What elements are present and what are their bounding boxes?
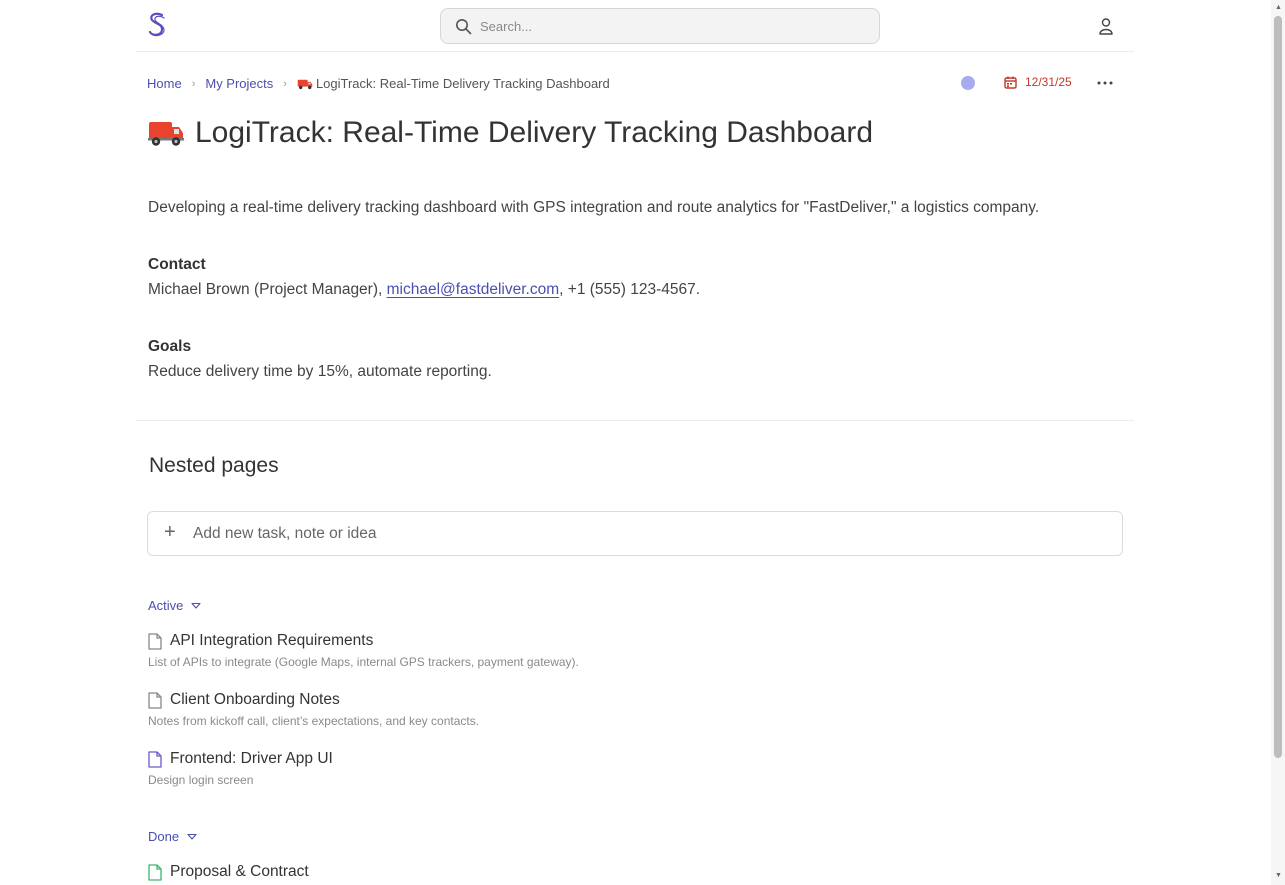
page-title: LogiTrack: Real-Time Delivery Tracking D… — [148, 116, 873, 150]
chevron-down-icon — [191, 602, 201, 609]
page-title-text: LogiTrack: Real-Time Delivery Tracking D… — [195, 116, 874, 149]
list-item-title: API Integration Requirements — [170, 632, 374, 649]
plus-icon: + — [164, 521, 176, 543]
list-item-subtitle: Design login screen — [148, 773, 254, 787]
active-section-toggle[interactable]: Active — [148, 598, 201, 613]
list-item[interactable]: Frontend: Driver App UI Design login scr… — [148, 750, 333, 787]
scroll-down-arrow-icon[interactable]: ▼ — [1275, 872, 1282, 879]
page: Search... Home › My Projects › LogiTrack… — [0, 0, 1285, 885]
status-indicator[interactable] — [961, 76, 975, 90]
breadcrumb-current: LogiTrack: Real-Time Delivery Tracking D… — [297, 76, 610, 91]
s-logo-icon[interactable] — [146, 12, 168, 38]
project-description: Developing a real-time delivery tracking… — [148, 199, 1040, 216]
list-item-title: Frontend: Driver App UI — [170, 750, 333, 767]
nested-pages-heading: Nested pages — [149, 454, 279, 477]
add-task-placeholder: Add new task, note or idea — [193, 525, 377, 542]
contact-email-link[interactable]: michael@fastdeliver.com — [387, 281, 560, 298]
contact-line: Michael Brown (Project Manager), michael… — [148, 281, 700, 299]
due-date[interactable]: 12/31/25 — [1004, 75, 1072, 89]
document-icon — [148, 750, 162, 768]
calendar-icon — [1004, 76, 1017, 89]
scrollbar-thumb[interactable] — [1274, 16, 1282, 758]
search-input[interactable]: Search... — [480, 19, 532, 34]
contact-heading: Contact — [148, 256, 206, 273]
breadcrumb-home[interactable]: Home — [147, 76, 182, 91]
done-section-label: Done — [148, 829, 180, 844]
due-date-label: 12/31/25 — [1025, 75, 1072, 89]
document-icon — [148, 632, 162, 650]
chevron-down-icon — [187, 833, 197, 840]
breadcrumb-my-projects[interactable]: My Projects — [205, 76, 273, 91]
contact-name: Michael Brown (Project Manager), — [148, 281, 387, 298]
breadcrumb-separator: › — [283, 77, 287, 90]
active-section-label: Active — [148, 598, 184, 613]
section-divider — [136, 420, 1134, 421]
user-icon[interactable] — [1098, 17, 1114, 35]
top-bar: Search... — [136, 0, 1134, 52]
document-icon — [148, 691, 162, 709]
scroll-up-arrow-icon[interactable]: ▲ — [1275, 4, 1282, 11]
truck-icon — [148, 122, 184, 146]
list-item[interactable]: Client Onboarding Notes Notes from kicko… — [148, 691, 479, 728]
goals-heading: Goals — [148, 338, 192, 355]
breadcrumb: Home › My Projects › LogiTrack: Real-Tim… — [147, 76, 610, 91]
list-item-subtitle: List of APIs to integrate (Google Maps, … — [148, 655, 579, 669]
breadcrumb-current-label: LogiTrack: Real-Time Delivery Tracking D… — [315, 76, 610, 91]
list-item[interactable]: Proposal & Contract — [148, 863, 309, 881]
search-icon — [456, 19, 472, 35]
goals-text: Reduce delivery time by 15%, automate re… — [148, 363, 492, 380]
list-item-title: Proposal & Contract — [170, 863, 309, 880]
more-options-icon[interactable] — [1096, 75, 1114, 91]
list-item-subtitle: Notes from kickoff call, client’s expect… — [148, 714, 480, 728]
truck-icon — [297, 79, 313, 89]
search-box[interactable]: Search... — [440, 8, 880, 44]
done-section-toggle[interactable]: Done — [148, 829, 197, 844]
document-icon — [148, 863, 162, 881]
scrollbar[interactable]: ▲ ▼ — [1271, 0, 1285, 885]
list-item-title: Client Onboarding Notes — [170, 691, 340, 708]
contact-phone: , +1 (555) 123-4567. — [559, 281, 701, 298]
add-task-input[interactable]: + Add new task, note or idea — [147, 511, 1123, 556]
list-item[interactable]: API Integration Requirements List of API… — [148, 632, 579, 669]
breadcrumb-separator: › — [191, 77, 196, 90]
